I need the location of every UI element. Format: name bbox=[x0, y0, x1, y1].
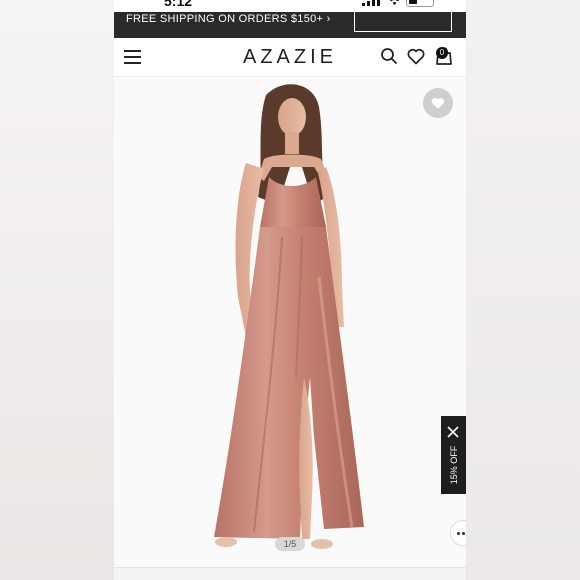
heart-icon bbox=[431, 98, 445, 109]
wishlist-heart-icon[interactable] bbox=[407, 48, 425, 66]
bottom-bar bbox=[114, 567, 466, 580]
discount-label: 15% OFF bbox=[449, 445, 459, 485]
promo-text: FREE SHIPPING ON ORDERS $150+ › bbox=[126, 13, 331, 25]
promo-shop-button[interactable] bbox=[354, 12, 452, 32]
site-header: AZAZIE 0 bbox=[114, 38, 466, 77]
promo-banner[interactable]: FREE SHIPPING ON ORDERS $150+ › bbox=[114, 12, 466, 38]
search-icon[interactable] bbox=[380, 47, 398, 65]
backdrop-right bbox=[466, 0, 580, 580]
wifi-icon bbox=[388, 0, 401, 9]
battery-icon bbox=[406, 0, 434, 7]
discount-tab[interactable]: 15% OFF bbox=[441, 416, 466, 494]
cellular-signal-icon bbox=[362, 0, 382, 6]
product-image[interactable] bbox=[114, 77, 466, 567]
close-icon[interactable] bbox=[447, 425, 459, 438]
status-time: 5:12 bbox=[164, 0, 193, 9]
phone-screen: 5:12 FREE SHIPPING ON ORDERS $150+ › AZA… bbox=[114, 0, 466, 580]
add-to-wishlist-button[interactable] bbox=[423, 88, 453, 118]
model-in-dress-photo bbox=[214, 84, 364, 549]
image-counter: 1/5 bbox=[275, 537, 305, 551]
cart-count-badge: 0 bbox=[436, 47, 448, 59]
backdrop-left bbox=[0, 0, 114, 580]
